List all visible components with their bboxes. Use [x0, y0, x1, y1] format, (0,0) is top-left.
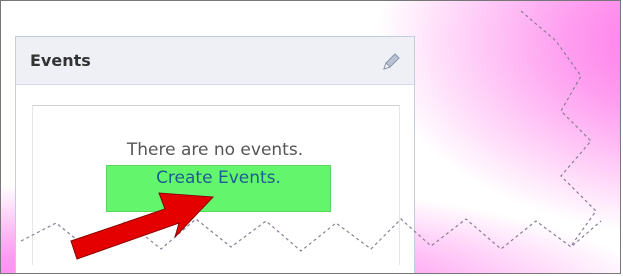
pencil-icon[interactable] [380, 51, 402, 73]
empty-state-text: There are no events. [126, 140, 304, 160]
create-events-button[interactable]: Create Events. [106, 165, 331, 212]
create-events-link[interactable]: Create Events. [107, 168, 330, 188]
screenshot-frame: Events There are no events. Create Event… [0, 0, 621, 274]
widget-header: Events [16, 37, 414, 85]
widget-title: Events [30, 51, 91, 70]
